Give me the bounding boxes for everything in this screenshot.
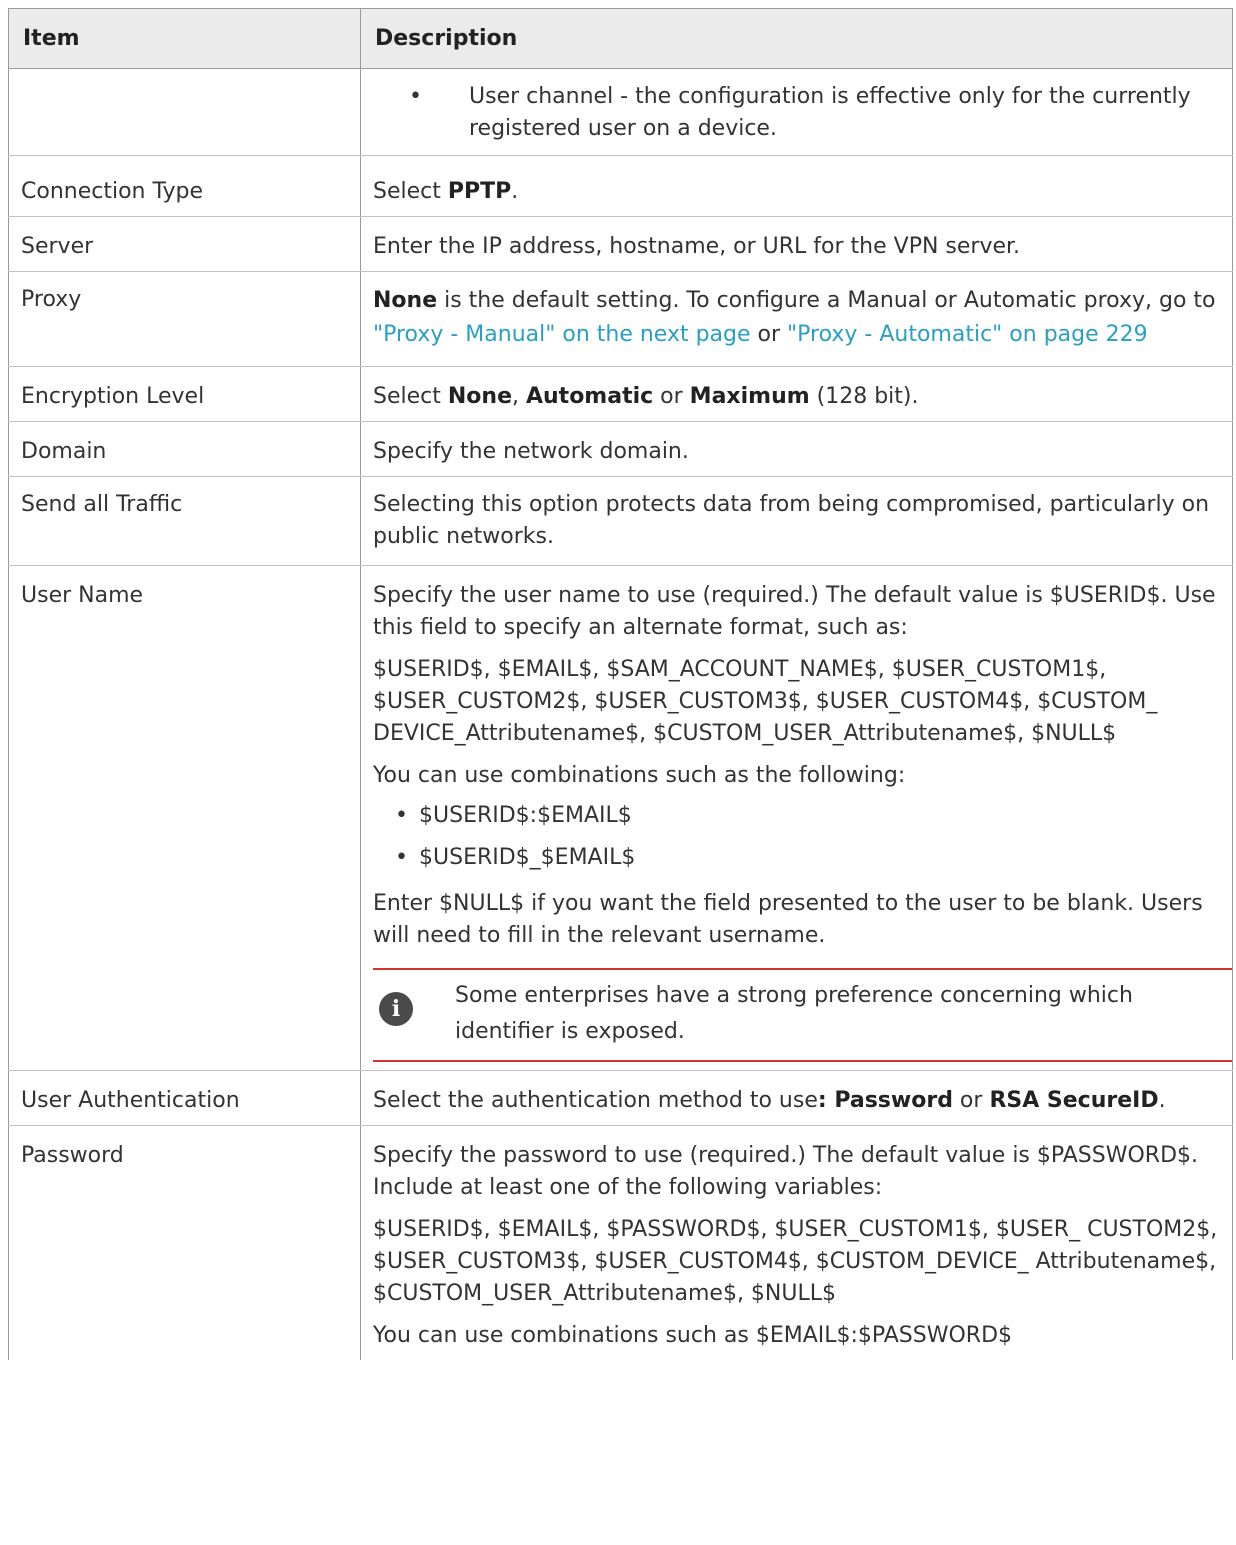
info-icon: i: [379, 992, 413, 1026]
table-row: Connection Type Select PPTP.: [8, 155, 1233, 217]
description-cell: Specify the user name to use (required.)…: [360, 565, 1233, 1071]
item-cell: Encryption Level: [8, 366, 361, 422]
table-row: Password Specify the password to use (re…: [8, 1125, 1233, 1360]
note-text: Some enterprises have a strong preferenc…: [455, 983, 1133, 1044]
description-cell: Select None, Automatic or Maximum (128 b…: [360, 366, 1233, 422]
item-cell: Password: [8, 1125, 361, 1360]
list-item: • $USERID$:$EMAIL$: [373, 800, 1220, 832]
table-row: Send all Traffic Selecting this option p…: [8, 476, 1233, 566]
table-row: Domain Specify the network domain.: [8, 421, 1233, 477]
description-cell: Select PPTP.: [360, 155, 1233, 217]
proxy-automatic-link[interactable]: "Proxy - Automatic" on page 229: [787, 322, 1148, 347]
item-cell: Server: [8, 216, 361, 272]
combination-list: • $USERID$:$EMAIL$ • $USERID$_$EMAIL$: [373, 800, 1220, 874]
list-item: • User channel - the configuration is eff…: [373, 81, 1220, 145]
table-row: Proxy None is the default setting. To co…: [8, 271, 1233, 367]
table-header-row: Item Description: [8, 8, 1233, 69]
table-row: • User channel - the configuration is eff…: [8, 68, 1233, 156]
info-note: i Some enterprises have a strong prefere…: [373, 968, 1232, 1062]
bullet-list: • User channel - the configuration is eff…: [373, 81, 1220, 145]
table-row: User Authentication Select the authentic…: [8, 1070, 1233, 1126]
description-cell: • User channel - the configuration is eff…: [360, 68, 1233, 156]
header-item: Item: [8, 8, 361, 69]
description-cell: Selecting this option protects data from…: [360, 476, 1233, 566]
item-cell: Proxy: [8, 271, 361, 367]
table-row: Server Enter the IP address, hostname, o…: [8, 216, 1233, 272]
description-cell: Specify the password to use (required.) …: [360, 1125, 1233, 1360]
description-cell: Enter the IP address, hostname, or URL f…: [360, 216, 1233, 272]
bullet-icon: •: [395, 803, 408, 828]
item-cell: User Name: [8, 565, 361, 1071]
settings-table: Item Description • User channel - the con…: [8, 8, 1233, 1360]
description-cell: Select the authentication method to use:…: [360, 1070, 1233, 1126]
item-cell: Domain: [8, 421, 361, 477]
header-description: Description: [360, 8, 1233, 69]
table-row: User Name Specify the user name to use (…: [8, 565, 1233, 1071]
bullet-icon: •: [395, 845, 408, 870]
document-page: Item Description • User channel - the con…: [8, 8, 1234, 1360]
proxy-manual-link[interactable]: "Proxy - Manual" on the next page: [373, 322, 751, 347]
item-cell: Connection Type: [8, 155, 361, 217]
item-cell: User Authentication: [8, 1070, 361, 1126]
item-cell: Send all Traffic: [8, 476, 361, 566]
bullet-icon: •: [409, 84, 422, 109]
description-cell: None is the default setting. To configur…: [360, 271, 1233, 367]
table-row: Encryption Level Select None, Automatic …: [8, 366, 1233, 422]
description-cell: Specify the network domain.: [360, 421, 1233, 477]
item-cell: [8, 68, 361, 156]
list-item: • $USERID$_$EMAIL$: [373, 842, 1220, 874]
